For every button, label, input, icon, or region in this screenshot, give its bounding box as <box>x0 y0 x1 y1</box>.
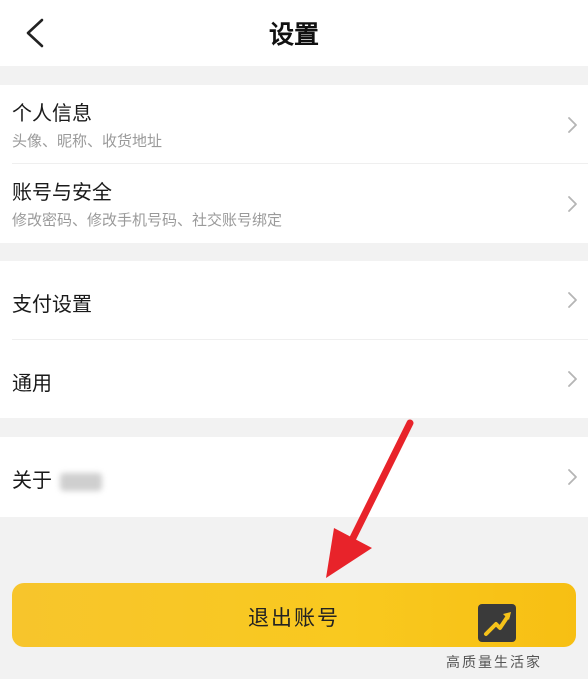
settings-item-title: 关于 <box>12 464 102 493</box>
settings-item-account-security[interactable]: 账号与安全 修改密码、修改手机号码、社交账号绑定 <box>0 164 588 243</box>
chevron-right-icon <box>568 371 577 387</box>
watermark-text: 高质量生活家 <box>446 655 542 671</box>
settings-item-payment[interactable]: 支付设置 <box>0 261 588 339</box>
account-group: 个人信息 头像、昵称、收货地址 账号与安全 修改密码、修改手机号码、社交账号绑定 <box>0 85 588 243</box>
chevron-right-icon <box>568 292 577 308</box>
about-group: 关于 <box>0 437 588 517</box>
page-title: 设置 <box>268 20 319 49</box>
settings-item-general[interactable]: 通用 <box>0 339 588 418</box>
settings-item-subtitle: 修改密码、修改手机号码、社交账号绑定 <box>12 211 283 229</box>
about-label: 关于 <box>12 468 52 492</box>
settings-item-title: 账号与安全 <box>12 180 112 204</box>
watermark-logo-icon <box>478 604 516 642</box>
chevron-right-icon <box>568 196 577 212</box>
settings-item-title: 个人信息 <box>12 101 92 125</box>
header-bar: 设置 <box>0 0 588 66</box>
chevron-right-icon <box>568 117 577 133</box>
chevron-right-icon <box>568 469 577 485</box>
blurred-app-name <box>60 472 102 491</box>
settings-item-personal-info[interactable]: 个人信息 头像、昵称、收货地址 <box>0 85 588 164</box>
settings-page: 设置 个人信息 头像、昵称、收货地址 账号与安全 修改密码、修改手机号码、社交账… <box>0 0 588 679</box>
settings-item-title: 通用 <box>12 371 52 395</box>
settings-item-title: 支付设置 <box>12 292 92 316</box>
general-group: 支付设置 通用 <box>0 261 588 418</box>
settings-item-about[interactable]: 关于 <box>0 437 588 517</box>
settings-item-subtitle: 头像、昵称、收货地址 <box>12 132 163 150</box>
